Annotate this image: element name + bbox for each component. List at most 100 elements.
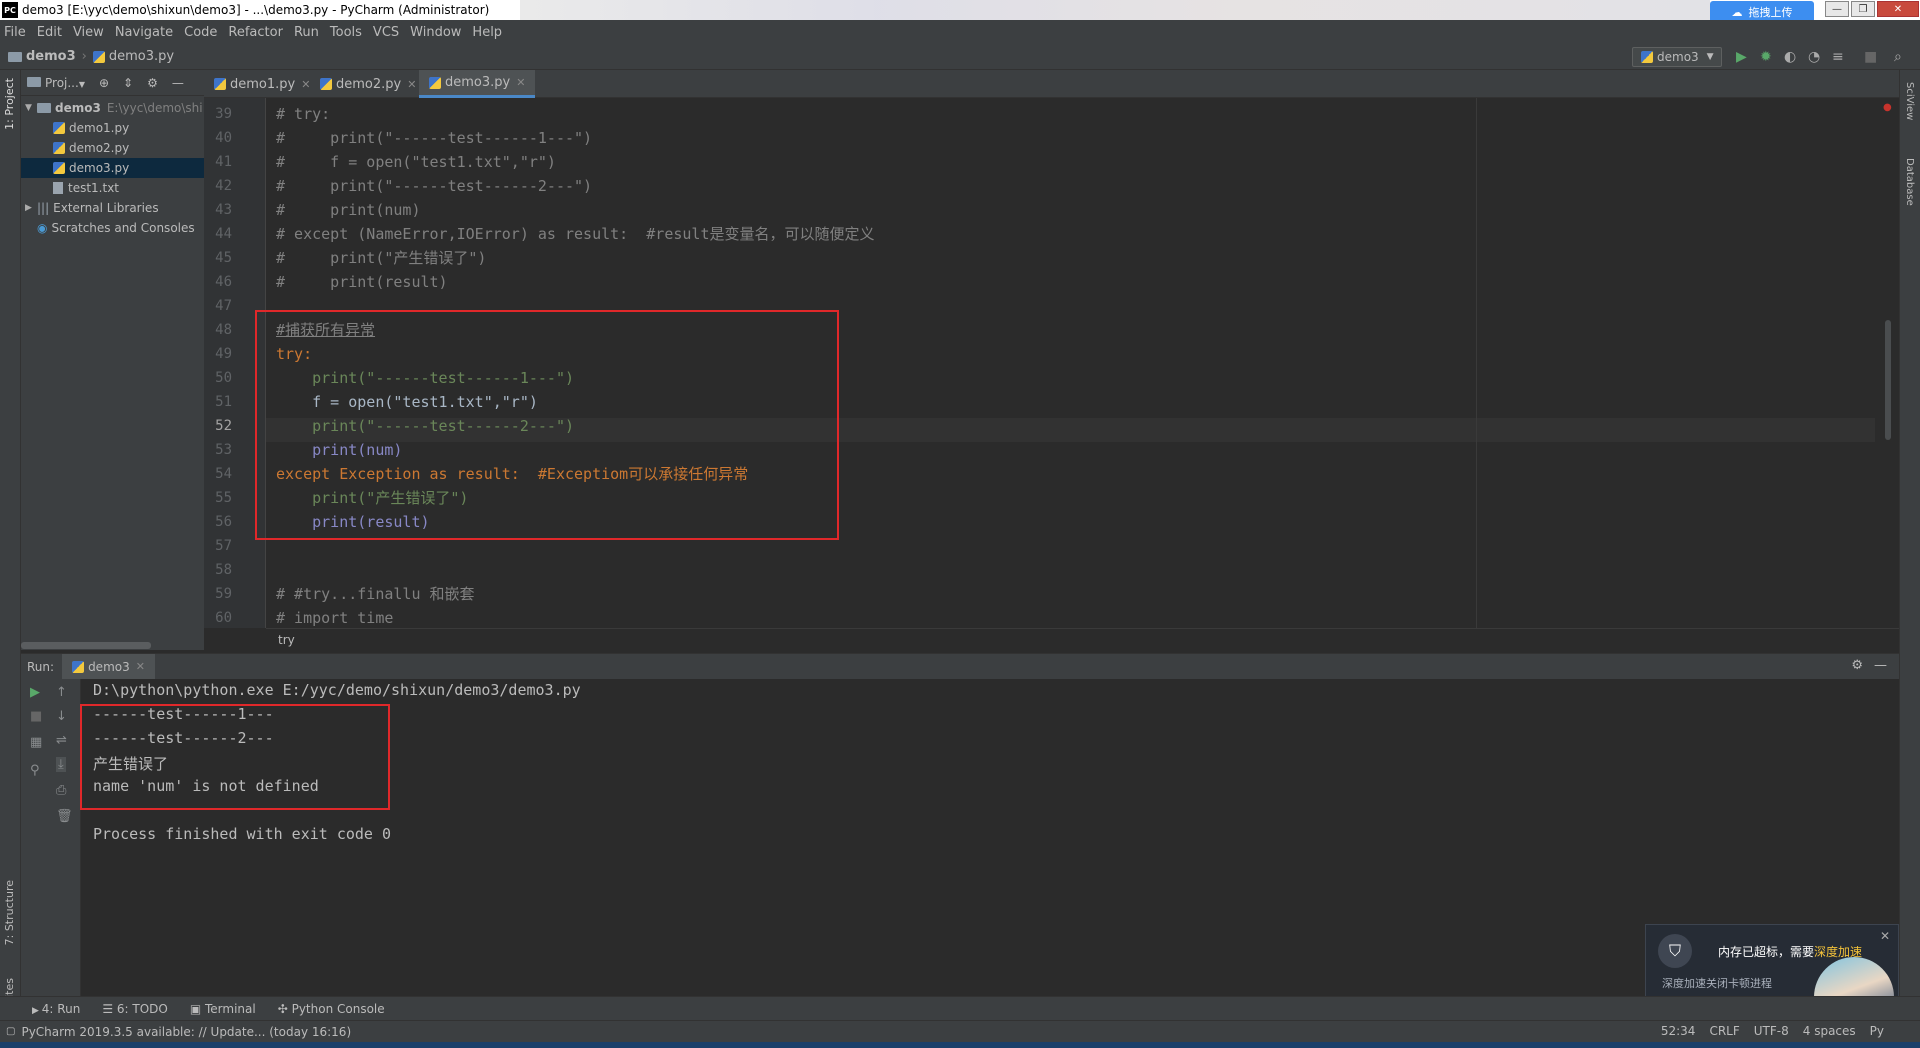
layout-icon[interactable]: ▦ [30, 735, 42, 750]
trash-icon[interactable]: 🗑 [56, 809, 73, 824]
print-icon[interactable]: ⎙ [56, 783, 66, 798]
tree-item-label: demo3 [55, 101, 101, 115]
tree-item-demo2[interactable]: demo2.py [21, 138, 204, 158]
tab-sciview[interactable]: SciView [1904, 82, 1915, 120]
tree-item-demo1[interactable]: demo1.py [21, 118, 204, 138]
menu-help[interactable]: Help [472, 25, 502, 40]
soft-wrap-icon[interactable]: ⇌ [56, 733, 67, 748]
interpreter-label[interactable]: Py [1870, 1024, 1884, 1038]
breadcrumb-separator-icon: › [81, 49, 87, 64]
rerun-icon[interactable]: ▶ [30, 685, 40, 700]
close-icon[interactable]: ✕ [1880, 929, 1890, 943]
structure-breadcrumb[interactable]: try [266, 628, 1899, 650]
coverage-icon[interactable]: ◐ [1784, 49, 1796, 65]
tree-item-path: E:\yyc\demo\shi [106, 101, 203, 115]
close-icon[interactable]: ✕ [407, 78, 416, 91]
left-tool-strip: 1: Project 7: Structure 2: Favorites [0, 70, 21, 1042]
code-line: # print("------test------2---") [276, 177, 593, 195]
run-configuration-select[interactable]: demo3 ▼ [1632, 47, 1722, 67]
profile-icon[interactable]: ◔ [1808, 49, 1820, 65]
line-separator[interactable]: CRLF [1709, 1024, 1739, 1038]
menu-edit[interactable]: Edit [37, 25, 62, 40]
tab-terminal[interactable]: ▣ Terminal [190, 1002, 256, 1016]
breadcrumb: demo3 › demo3.py [8, 49, 174, 64]
file-encoding[interactable]: UTF-8 [1754, 1024, 1789, 1038]
stop-icon[interactable]: ■ [1864, 49, 1877, 65]
tab-python-console[interactable]: ✣ Python Console [278, 1002, 385, 1016]
minimize-button[interactable]: — [1825, 1, 1849, 17]
breadcrumb-project[interactable]: demo3 [26, 49, 76, 64]
code-line: # #try...finallu 和嵌套 [276, 585, 475, 603]
python-file-icon [1641, 51, 1653, 63]
tab-demo1[interactable]: demo1.py ✕ [204, 70, 320, 98]
run-tab-demo3[interactable]: demo3 ✕ [62, 653, 155, 680]
tab-demo2[interactable]: demo2.py ✕ [310, 70, 426, 98]
menu-navigate[interactable]: Navigate [115, 25, 173, 40]
expand-arrow-icon[interactable]: ▼ [25, 103, 37, 113]
editor-error-stripe[interactable]: ● [1875, 100, 1899, 628]
tab-database[interactable]: Database [1904, 158, 1915, 206]
build-icon[interactable]: ≡ [1832, 49, 1844, 65]
tree-item-demo3[interactable]: ▼ demo3 E:\yyc\demo\shi [21, 98, 204, 118]
menu-code[interactable]: Code [184, 25, 217, 40]
debug-icon[interactable]: ✹ [1760, 49, 1772, 65]
tree-item-scratches[interactable]: ◉ Scratches and Consoles [21, 218, 204, 238]
scrollbar-thumb[interactable] [21, 642, 151, 649]
code-line: # print(num) [276, 201, 421, 219]
menu-window[interactable]: Window [410, 25, 461, 40]
menu-refactor[interactable]: Refactor [228, 25, 283, 40]
expand-arrow-icon[interactable]: ▶ [25, 203, 37, 213]
update-message[interactable]: PyCharm 2019.3.5 available: // Update...… [21, 1025, 351, 1039]
down-arrow-icon[interactable]: ↓ [56, 709, 67, 724]
tab-project[interactable]: 1: Project [3, 78, 16, 130]
run-icon[interactable]: ▶ [1736, 49, 1747, 65]
code-line: # print("------test------1---") [276, 129, 593, 147]
bottom-tool-tabs: ▶ 4: Run ☰ 6: TODO ▣ Terminal ✣ Python C… [0, 996, 1920, 1020]
project-view-select[interactable]: Proj...▼ [27, 76, 85, 90]
collapse-icon[interactable]: ⇕ [123, 76, 133, 90]
close-icon[interactable]: ✕ [136, 660, 145, 673]
close-window-button[interactable]: ✕ [1877, 1, 1919, 17]
indent-setting[interactable]: 4 spaces [1803, 1024, 1856, 1038]
tree-item-external-libraries[interactable]: ▶ ||| External Libraries [21, 198, 204, 218]
menu-vcs[interactable]: VCS [373, 25, 399, 40]
tab-todo[interactable]: ☰ 6: TODO [102, 1002, 168, 1016]
line-number: 44 [215, 226, 232, 242]
close-icon[interactable]: ✕ [516, 76, 525, 89]
scroll-to-end-icon[interactable]: ⤓ [56, 757, 66, 772]
pin-icon[interactable]: ⚲ [30, 763, 40, 778]
tree-item-demo3-py[interactable]: demo3.py [21, 158, 204, 178]
search-icon[interactable]: ⌕ [1894, 49, 1902, 65]
tab-run[interactable]: ▶ 4: Run [32, 1002, 80, 1016]
line-number: 58 [215, 562, 232, 578]
scrollbar-thumb[interactable] [1885, 320, 1891, 440]
tab-demo3[interactable]: demo3.py ✕ [419, 70, 536, 98]
tree-item-test1-txt[interactable]: test1.txt [21, 178, 204, 198]
caret-position[interactable]: 52:34 [1661, 1024, 1696, 1038]
maximize-button[interactable]: ❐ [1851, 1, 1875, 17]
python-file-icon [53, 142, 65, 154]
gear-icon[interactable]: ⚙ [1851, 658, 1863, 673]
breadcrumb-file[interactable]: demo3.py [109, 49, 174, 64]
menu-file[interactable]: File [4, 25, 26, 40]
notification-subtitle: 深度加速关闭卡顿进程 [1662, 977, 1772, 990]
menu-bar: File Edit View Navigate Code Refactor Ru… [0, 20, 1920, 44]
memory-notification[interactable]: ⛉ 内存已超标，需要深度加速 深度加速关闭卡顿进程 ✕ [1645, 924, 1899, 1021]
line-number: 49 [215, 346, 232, 362]
gear-icon[interactable]: ⚙ [147, 76, 158, 90]
python-file-icon [72, 660, 85, 673]
hide-icon[interactable]: — [1874, 658, 1887, 673]
locate-icon[interactable]: ⊕ [99, 76, 109, 90]
stop-icon[interactable]: ■ [30, 709, 42, 724]
tab-todo-label: 6: TODO [116, 1001, 168, 1016]
menu-view[interactable]: View [73, 25, 104, 40]
line-number: 45 [215, 250, 232, 266]
tab-structure[interactable]: 7: Structure [3, 880, 16, 945]
hide-icon[interactable]: — [172, 76, 184, 90]
up-arrow-icon[interactable]: ↑ [56, 685, 67, 700]
line-number: 53 [215, 442, 232, 458]
error-indicator-icon[interactable]: ● [1883, 102, 1892, 113]
menu-tools[interactable]: Tools [330, 25, 362, 40]
menu-run[interactable]: Run [294, 25, 319, 40]
project-horizontal-scrollbar[interactable] [21, 640, 204, 650]
